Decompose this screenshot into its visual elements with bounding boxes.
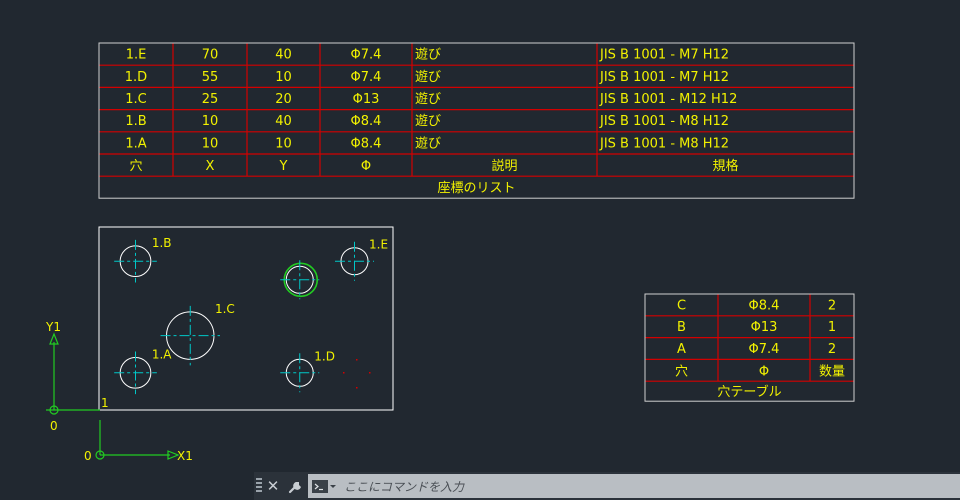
table-cell: B [677,320,686,335]
hole[interactable] [280,260,320,300]
command-input-box[interactable] [308,474,960,499]
table-cell: Φ7.4 [749,342,780,357]
table-cell: A [677,342,686,357]
table-title: 座標のリスト [437,181,515,196]
terminal-prompt-icon[interactable] [312,479,338,493]
part-outline[interactable] [98,226,394,411]
table-cell: 10 [202,136,219,151]
table-cell: JIS B 1001 - M8 H12 [599,136,729,151]
wrench-icon[interactable] [286,476,306,496]
point-marker [356,359,358,361]
table-cell: 10 [275,70,292,85]
hole[interactable]: 1.E [334,238,388,281]
table-header-cell: 穴 [675,364,688,379]
hole-label: 1.D [314,349,335,363]
table-cell: Φ8.4 [351,136,382,151]
table-cell: 1.C [125,92,146,107]
table-cell: JIS B 1001 - M8 H12 [599,114,729,129]
table-cell: Φ7.4 [351,48,382,63]
table-cell: 2 [828,298,836,313]
table-header-cell: Φ [361,159,371,174]
table-cell: 1.D [125,70,147,85]
table-cell: 遊び [415,48,441,63]
hole-label: 1.E [369,238,388,252]
table-header-cell: 規格 [712,158,738,174]
table-cell: 1 [828,320,836,335]
grip-handle[interactable] [256,478,262,494]
table-title: 穴テーブル [717,384,781,400]
hole[interactable]: 1.A [114,347,172,395]
table-cell: 遊び [415,70,441,85]
drawing-canvas[interactable]: 1.E 70 40 Φ7.4 遊び JIS B 1001 - M7 H121.D 55 10 Φ… [0,0,960,500]
table-cell: 25 [202,92,219,107]
table-header-cell: X [206,159,215,174]
table-cell: 1.B [125,114,146,129]
ucs-origin2-label: 0 [84,449,92,463]
part-origin-label: 1 [101,396,109,410]
hole-table[interactable]: C Φ8.4 2 B Φ13 1 A Φ7.4 2 穴 Φ 数量穴テーブル [644,293,855,402]
ucs-origin-label: 0 [50,419,58,433]
table-cell: 遊び [415,114,441,129]
hole-label: 1.B [152,236,172,250]
table-cell: 40 [275,48,292,63]
table-cell: Φ13 [751,320,778,335]
table-cell: 遊び [415,136,441,151]
table-cell: JIS B 1001 - M7 H12 [599,70,729,85]
hole[interactable]: 1.C [160,302,235,366]
table-cell: 55 [202,70,219,85]
table-cell: Φ8.4 [749,298,780,313]
hole[interactable]: 1.D [280,349,335,393]
command-input[interactable] [342,475,946,499]
table-cell: 40 [275,114,292,129]
point-marker [356,387,358,389]
table-cell: JIS B 1001 - M12 H12 [599,92,737,107]
table-header-cell: 穴 [129,159,142,174]
hole[interactable]: 1.B [114,236,172,283]
table-cell: 10 [275,136,292,151]
hole-label: 1.C [215,302,235,316]
table-cell: 1.A [125,136,146,151]
hole-label: 1.A [152,347,172,361]
table-cell: 20 [275,92,292,107]
table-cell: 1.E [126,48,147,63]
table-cell: 2 [828,342,836,357]
coordinate-list-table[interactable]: 1.E 70 40 Φ7.4 遊び JIS B 1001 - M7 H12 1.D 55 10 Φ… [98,42,855,199]
close-icon[interactable]: ✕ [265,475,281,497]
ucs-x-label: X1 [177,449,193,463]
command-line-bar: ✕ [254,472,960,500]
table-cell: 70 [202,48,219,63]
table-header-cell: Φ [759,364,769,379]
table-cell: 遊び [415,92,441,107]
table-header-cell: Y [279,159,288,174]
table-cell: JIS B 1001 - M7 H12 [599,48,729,63]
table-header-cell: 数量 [819,364,845,379]
table-cell: Φ8.4 [351,114,382,129]
part-drawing[interactable]: 1 1.A 1.B 1.C 1.D 1.E [98,226,394,411]
point-marker [343,372,345,374]
ucs-icon: Y1 0 X1 0 [45,320,193,463]
ucs-y-label: Y1 [45,320,61,334]
table-cell: Φ13 [353,92,380,107]
point-marker [369,372,371,374]
table-header-cell: 説明 [491,158,517,174]
table-cell: 10 [202,114,219,129]
table-cell: C [677,298,686,313]
table-cell: Φ7.4 [351,70,382,85]
